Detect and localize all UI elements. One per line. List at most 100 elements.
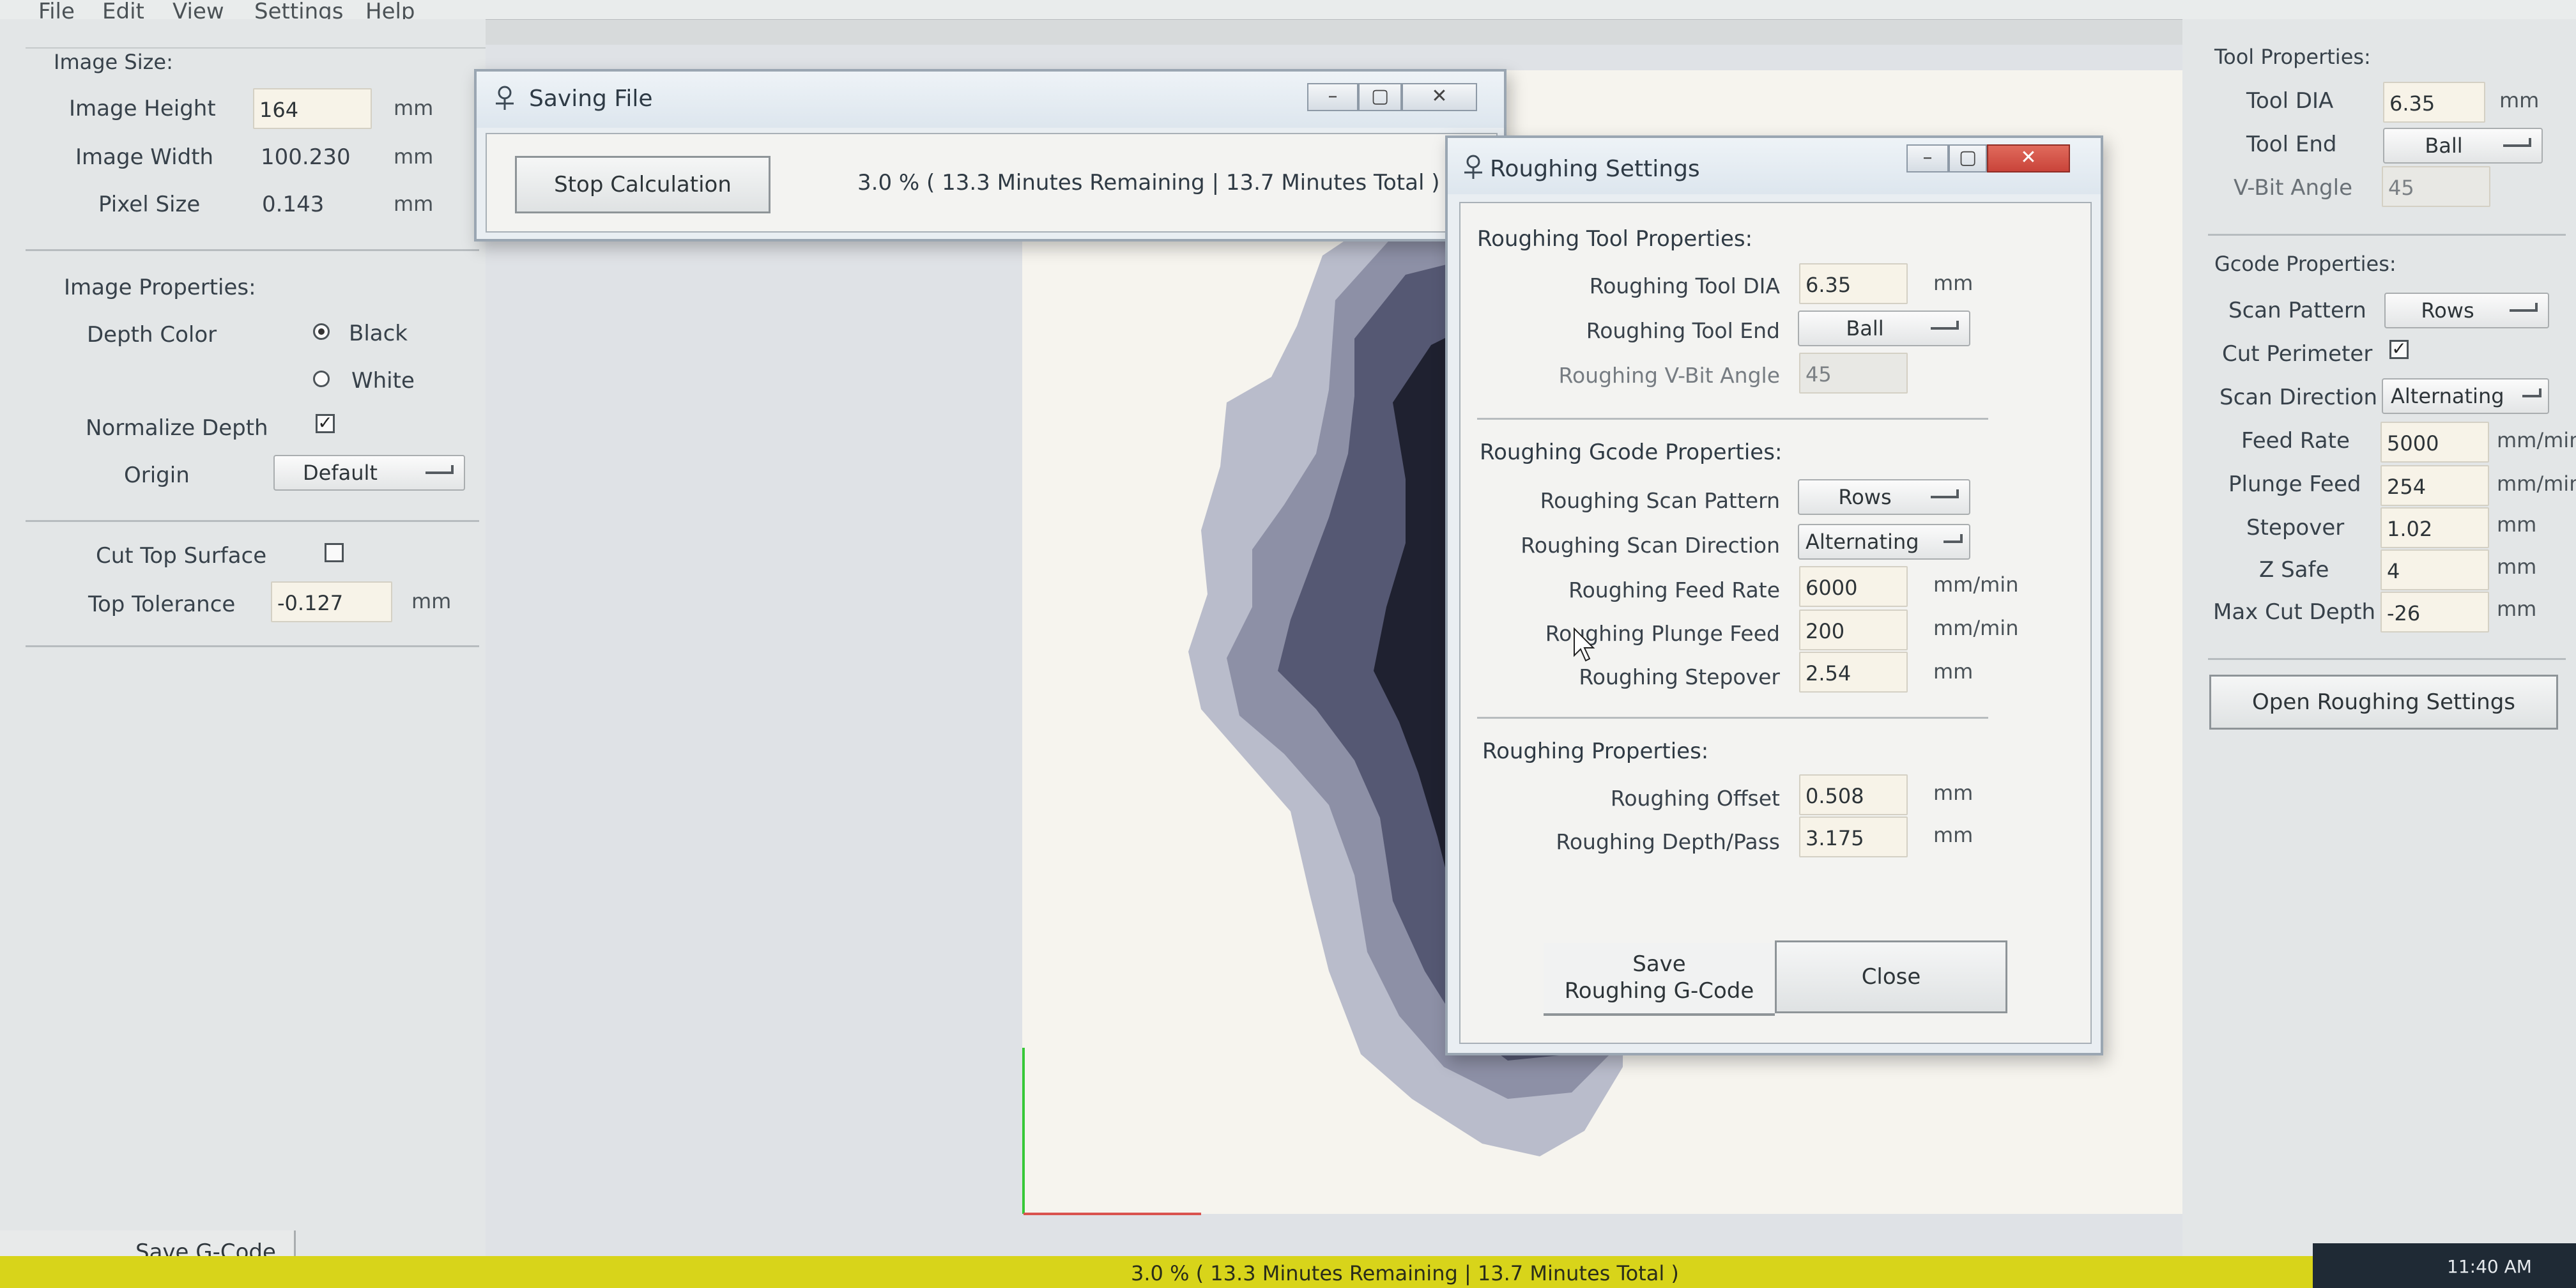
origin-select[interactable]: Default [273,455,465,491]
feed-rate-label: Feed Rate [2241,428,2350,454]
minimize-button[interactable]: – [1906,144,1949,172]
roughing-settings-dialog: Roughing Settings – ▢ ✕ Roughing Tool Pr… [1445,135,2103,1055]
top-tolerance-label: Top Tolerance [88,592,236,617]
top-tolerance-input[interactable]: -0.127 [271,581,392,622]
roughing-scan-pattern-select[interactable]: Rows [1798,479,1970,515]
divider [1477,418,1988,420]
image-height-unit: mm [394,96,434,120]
white-radio-label: White [351,368,415,394]
minimize-button[interactable]: – [1307,83,1358,111]
image-properties-heading: Image Properties: [64,275,256,300]
open-roughing-settings-label: Open Roughing Settings [2251,689,2516,715]
stepover-unit: mm [2497,512,2537,537]
tool-dia-label: Tool DIA [2246,88,2334,114]
depth-color-label: Depth Color [87,322,217,348]
cut-top-surface-label: Cut Top Surface [96,543,267,569]
roughing-feed-rate-unit: mm/min [1933,572,2019,597]
feed-rate-unit: mm/min [2497,428,2576,452]
roughing-depth-pass-input[interactable]: 3.175 [1799,816,1908,857]
origin-label: Origin [124,463,190,488]
roughing-depth-pass-unit: mm [1933,823,1974,847]
roughing-scan-direction-label: Roughing Scan Direction [1521,533,1780,558]
close-button-label: Close [1861,964,1921,990]
image-height-label: Image Height [69,96,216,121]
stepover-input[interactable]: 1.02 [2380,507,2489,548]
roughing-stepover-unit: mm [1933,659,1974,684]
origin-select-value: Default [303,461,378,485]
roughing-plunge-feed-input[interactable]: 200 [1799,610,1908,650]
cut-perimeter-checkbox[interactable]: ✓ [2389,340,2409,359]
tool-dia-unit: mm [2499,88,2540,112]
top-tolerance-unit: mm [411,589,452,613]
plunge-feed-input[interactable]: 254 [2380,465,2489,506]
tool-end-select[interactable]: Ball [2383,128,2543,164]
scan-direction-value: Alternating [2391,384,2504,408]
tool-end-value: Ball [2425,134,2463,158]
roughing-stepover-input[interactable]: 2.54 [1799,652,1908,693]
roughing-plunge-feed-label: Roughing Plunge Feed [1545,621,1780,646]
roughing-scan-pattern-label: Roughing Scan Pattern [1540,488,1780,513]
normalize-depth-label: Normalize Depth [86,415,268,441]
white-radio[interactable] [313,371,330,387]
max-cut-depth-input[interactable]: -26 [2380,592,2489,632]
right-panel: Tool Properties: Tool DIA 6.35 mm Tool E… [2182,19,2576,1256]
saving-file-title: Saving File [529,86,653,112]
cut-top-surface-checkbox[interactable] [325,543,344,562]
roughing-feed-rate-input[interactable]: 6000 [1799,566,1908,607]
roughing-tool-dia-unit: mm [1933,271,1974,295]
roughing-offset-input[interactable]: 0.508 [1799,774,1908,815]
cut-perimeter-label: Cut Perimeter [2222,341,2373,367]
normalize-depth-checkbox[interactable]: ✓ [316,414,335,433]
scan-direction-select[interactable]: Alternating [2382,378,2549,414]
open-roughing-settings-button[interactable]: Open Roughing Settings [2209,675,2558,730]
roughing-tool-end-value: Ball [1846,316,1884,341]
roughing-depth-pass-label: Roughing Depth/Pass [1556,829,1780,854]
saving-file-dialog: Saving File – ▢ ✕ Stop Calculation 3.0 %… [474,69,1506,241]
divider [26,249,479,251]
divider [2208,234,2566,236]
tool-dia-input[interactable]: 6.35 [2383,82,2485,123]
scan-pattern-value: Rows [2421,298,2474,323]
save-roughing-gcode-button[interactable]: Save Roughing G-Code [1544,943,1775,1016]
image-height-input[interactable]: 164 [253,88,372,129]
chevron-down-icon [2503,138,2531,147]
image-size-heading: Image Size: [54,50,173,74]
roughing-tool-dia-input[interactable]: 6.35 [1799,263,1908,304]
roughing-offset-unit: mm [1933,781,1974,805]
close-window-button[interactable]: ✕ [1987,144,2070,172]
mouse-cursor-icon [1574,627,1595,662]
close-window-button[interactable]: ✕ [1402,83,1477,111]
vbit-angle-label: V-Bit Angle [2234,175,2352,201]
pixel-size-unit: mm [394,192,434,216]
maximize-button[interactable]: ▢ [1949,144,1987,172]
roughing-settings-titlebar[interactable]: Roughing Settings – ▢ ✕ [1448,138,2101,194]
vbit-angle-input[interactable]: 45 [2382,166,2490,207]
scan-pattern-select[interactable]: Rows [2384,293,2549,328]
chevron-down-icon [1943,534,1963,543]
roughing-tool-heading: Roughing Tool Properties: [1477,226,1753,252]
roughing-scan-direction-value: Alternating [1805,530,1919,554]
roughing-properties-heading: Roughing Properties: [1482,739,1709,764]
roughing-vbit-angle-label: Roughing V-Bit Angle [1558,363,1780,388]
stepover-label: Stepover [2246,515,2345,540]
z-safe-input[interactable]: 4 [2380,549,2489,590]
close-button[interactable]: Close [1775,940,2007,1013]
divider [26,645,479,647]
maximize-button[interactable]: ▢ [1358,83,1402,111]
z-safe-label: Z Safe [2259,557,2329,583]
black-radio[interactable] [313,323,330,340]
z-safe-unit: mm [2497,555,2537,579]
feed-rate-input[interactable]: 5000 [2380,422,2489,463]
divider [2208,658,2566,660]
roughing-scan-direction-select[interactable]: Alternating [1798,524,1970,560]
save-roughing-line2: Roughing G-Code [1564,978,1754,1004]
roughing-vbit-angle-input[interactable]: 45 [1799,353,1908,394]
status-progress-text: 3.0 % ( 13.3 Minutes Remaining | 13.7 Mi… [1131,1261,1679,1285]
saving-file-titlebar[interactable]: Saving File – ▢ ✕ [477,72,1504,128]
roughing-tool-end-select[interactable]: Ball [1798,310,1970,346]
stop-calculation-button[interactable]: Stop Calculation [515,156,770,213]
max-cut-depth-unit: mm [2497,597,2537,621]
taskbar-clock: 11:40 AM [2447,1256,2532,1277]
roughing-stepover-label: Roughing Stepover [1579,664,1780,689]
plunge-feed-unit: mm/min [2497,471,2576,496]
